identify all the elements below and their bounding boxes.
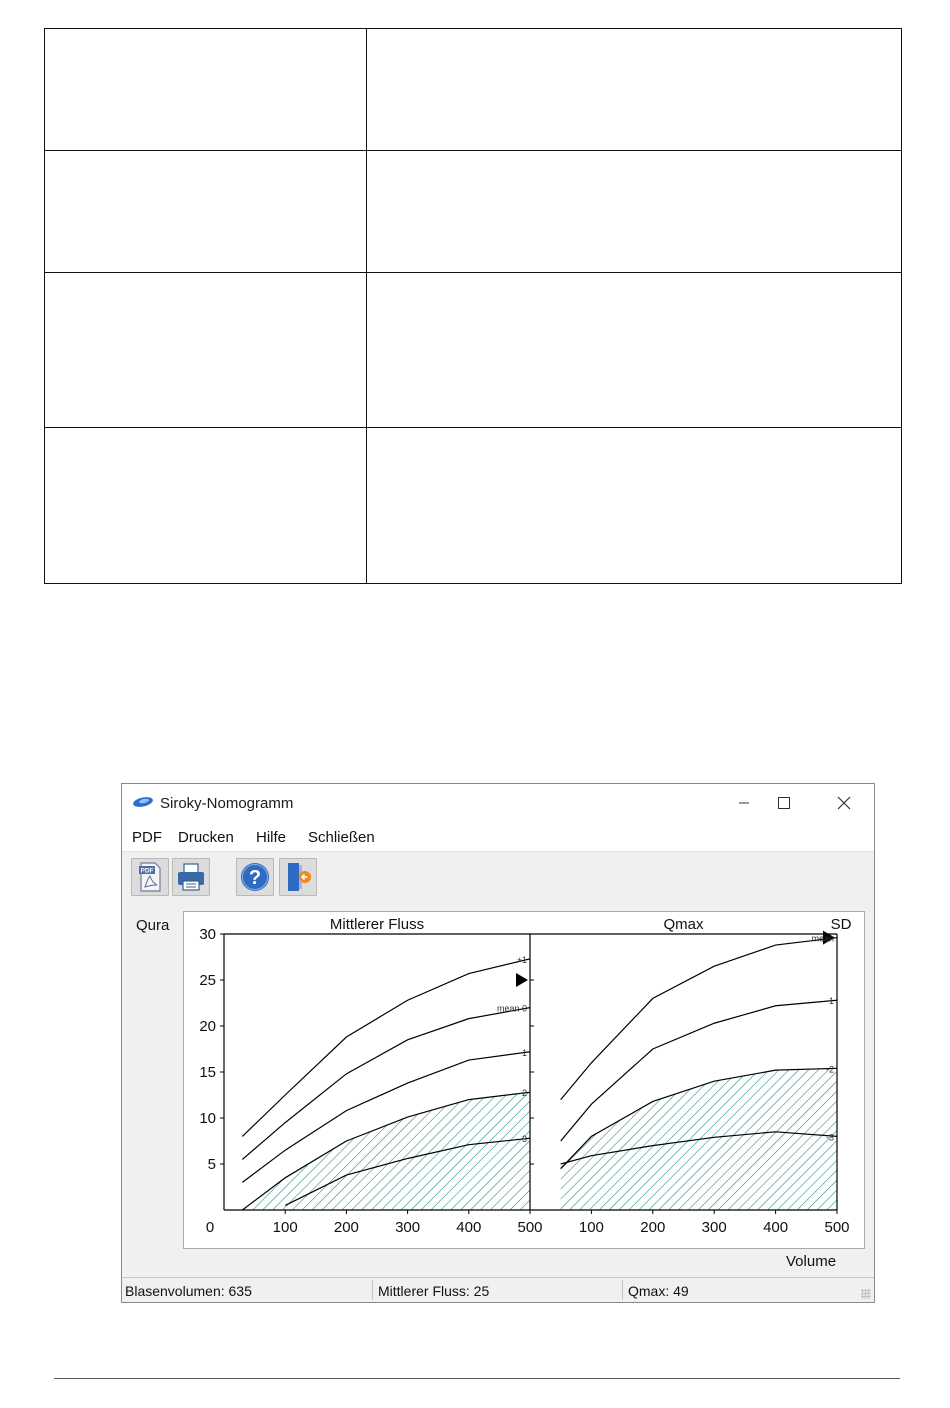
- siroky-window: Siroky-Nomogramm PDF Drucken Hilfe Schli…: [121, 783, 875, 1303]
- table-cell: [366, 427, 902, 584]
- status-separator: [622, 1280, 623, 1300]
- help-button[interactable]: ?: [236, 858, 274, 896]
- document-table: [44, 28, 902, 584]
- marker-triangle: [516, 973, 528, 987]
- y-tick-label: 10: [199, 1110, 216, 1127]
- table-cell: [44, 28, 367, 151]
- chart-area: Qura +1 mean 0 -1 -2 -3 100 200 300 400 500 Mittle…: [122, 899, 874, 1277]
- series-label: +1: [517, 955, 527, 965]
- table-cell: [366, 150, 902, 273]
- x-tick-label: 400: [456, 1219, 481, 1236]
- printer-icon: [178, 863, 204, 891]
- window-title: Siroky-Nomogramm: [160, 795, 294, 812]
- menu-schliessen[interactable]: Schließen: [308, 829, 375, 846]
- minimize-icon: [739, 802, 749, 804]
- resize-grip[interactable]: [861, 1289, 871, 1299]
- y-tick-label: 5: [208, 1156, 216, 1173]
- sd-label: SD: [831, 916, 852, 933]
- x-tick-label: 200: [334, 1219, 359, 1236]
- status-mean-flow: Mittlerer Fluss: 25: [378, 1283, 490, 1299]
- x-tick-label: 500: [517, 1219, 542, 1236]
- svg-text:?: ?: [249, 867, 261, 889]
- maximize-icon: [778, 797, 790, 809]
- app-icon: [132, 795, 154, 814]
- x-tick-label: 500: [824, 1219, 849, 1236]
- toolbar: PDF ?: [122, 851, 874, 899]
- menu-pdf[interactable]: PDF: [132, 829, 162, 846]
- y-tick-label: 15: [199, 1064, 216, 1081]
- y-axis-label: Qura: [136, 917, 170, 934]
- x-tick-label: 300: [702, 1219, 727, 1236]
- pdf-button[interactable]: PDF: [131, 858, 169, 896]
- series-label: -3: [826, 1132, 834, 1142]
- close-icon: [837, 796, 851, 810]
- footer-rule: [54, 1378, 900, 1379]
- maximize-button[interactable]: [754, 784, 814, 822]
- menu-drucken[interactable]: Drucken: [178, 829, 234, 846]
- menu-hilfe[interactable]: Hilfe: [256, 829, 286, 846]
- panel-title: Qmax: [663, 916, 704, 933]
- x-axis-label: Volume: [786, 1253, 837, 1270]
- series-label: mean 0: [497, 1004, 527, 1014]
- table-cell: [44, 150, 367, 273]
- exit-icon: [288, 863, 311, 891]
- menu-bar: PDF Drucken Hilfe Schließen: [122, 822, 874, 851]
- y-tick-label: 0: [206, 1219, 214, 1236]
- help-icon: ?: [241, 863, 269, 891]
- status-qmax: Qmax: 49: [628, 1283, 689, 1299]
- svg-text:PDF: PDF: [141, 868, 154, 875]
- series-label: mean: [811, 934, 834, 944]
- exit-button[interactable]: [279, 858, 317, 896]
- pdf-icon: PDF: [139, 862, 161, 892]
- series-label: -3: [519, 1134, 527, 1144]
- panel-title: Mittlerer Fluss: [330, 916, 424, 933]
- table-cell: [366, 28, 902, 151]
- status-separator: [372, 1280, 373, 1300]
- hatched-region: [242, 1092, 530, 1210]
- series-label: -2: [826, 1064, 834, 1074]
- plot-panel: +1 mean 0 -1 -2 -3 100 200 300 400 500 Mittlerer F…: [183, 911, 865, 1249]
- status-bladder-volume: Blasenvolumen: 635: [125, 1283, 252, 1299]
- table-cell: [44, 272, 367, 428]
- table-cell: [366, 272, 902, 428]
- table-cell: [44, 427, 367, 584]
- y-tick-label: 30: [199, 926, 216, 943]
- x-tick-label: 400: [763, 1219, 788, 1236]
- close-button[interactable]: [814, 784, 874, 822]
- y-tick-label: 25: [199, 972, 216, 989]
- x-tick-label: 100: [273, 1219, 298, 1236]
- status-bar: Blasenvolumen: 635 Mittlerer Fluss: 25 Q…: [122, 1277, 874, 1302]
- series-label: -1: [519, 1048, 527, 1058]
- nomogram-chart: +1mean 0-1-2-3100 200 300 400 500Mittlerer F…: [199, 916, 852, 1236]
- title-bar[interactable]: Siroky-Nomogramm: [122, 784, 874, 822]
- x-tick-label: 300: [395, 1219, 420, 1236]
- print-button[interactable]: [172, 858, 210, 896]
- x-tick-label: 200: [640, 1219, 665, 1236]
- series-label: -1: [826, 996, 834, 1006]
- series-label: -2: [519, 1088, 527, 1098]
- x-tick-label: 100: [579, 1219, 604, 1236]
- y-tick-label: 20: [199, 1018, 216, 1035]
